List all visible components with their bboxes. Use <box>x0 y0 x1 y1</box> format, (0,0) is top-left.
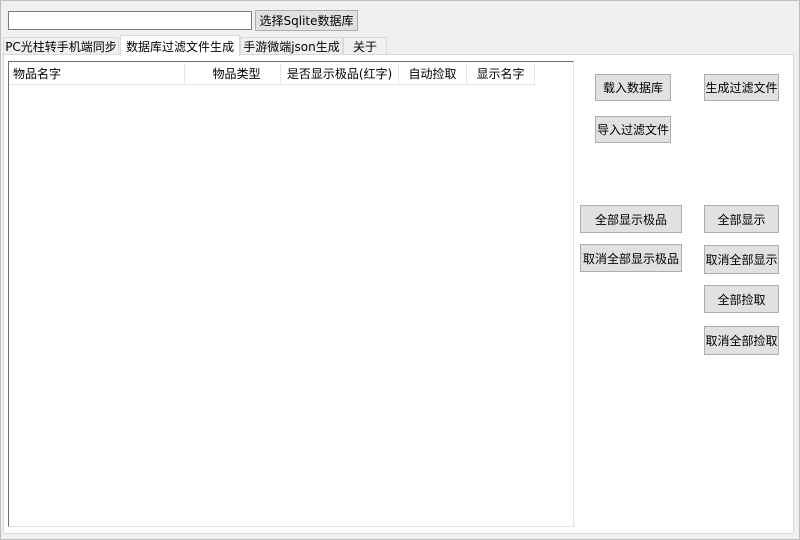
cancel-all-rare-button[interactable]: 取消全部显示极品 <box>580 244 682 272</box>
column-header-item-name[interactable]: 物品名字 <box>10 63 185 85</box>
column-header-auto-pick[interactable]: 自动捡取 <box>399 63 467 85</box>
item-list[interactable]: 物品名字 物品类型 是否显示极品(红字) 自动捡取 显示名字 <box>8 61 574 527</box>
column-header-item-type[interactable]: 物品类型 <box>185 63 281 85</box>
cancel-all-pick-button[interactable]: 取消全部捡取 <box>704 326 779 355</box>
tab-db-filter[interactable]: 数据库过滤文件生成 <box>120 35 240 56</box>
tab-mobile-json[interactable]: 手游微端json生成 <box>240 37 343 54</box>
tab-about[interactable]: 关于 <box>343 37 387 54</box>
db-path-input[interactable] <box>8 11 252 30</box>
show-all-button[interactable]: 全部显示 <box>704 205 779 233</box>
load-db-button[interactable]: 载入数据库 <box>595 74 671 101</box>
pick-all-button[interactable]: 全部捡取 <box>704 285 779 313</box>
list-header: 物品名字 物品类型 是否显示极品(红字) 自动捡取 显示名字 <box>10 63 535 85</box>
cancel-all-show-button[interactable]: 取消全部显示 <box>704 245 779 274</box>
select-sqlite-button[interactable]: 选择Sqlite数据库 <box>255 10 358 31</box>
generate-filter-button[interactable]: 生成过滤文件 <box>704 74 779 101</box>
tab-pc-sync[interactable]: PC光柱转手机端同步 <box>3 37 119 54</box>
show-all-rare-button[interactable]: 全部显示极品 <box>580 205 682 233</box>
column-header-show-name[interactable]: 显示名字 <box>467 63 535 85</box>
import-filter-button[interactable]: 导入过滤文件 <box>595 116 671 143</box>
column-header-show-rare[interactable]: 是否显示极品(红字) <box>281 63 399 85</box>
